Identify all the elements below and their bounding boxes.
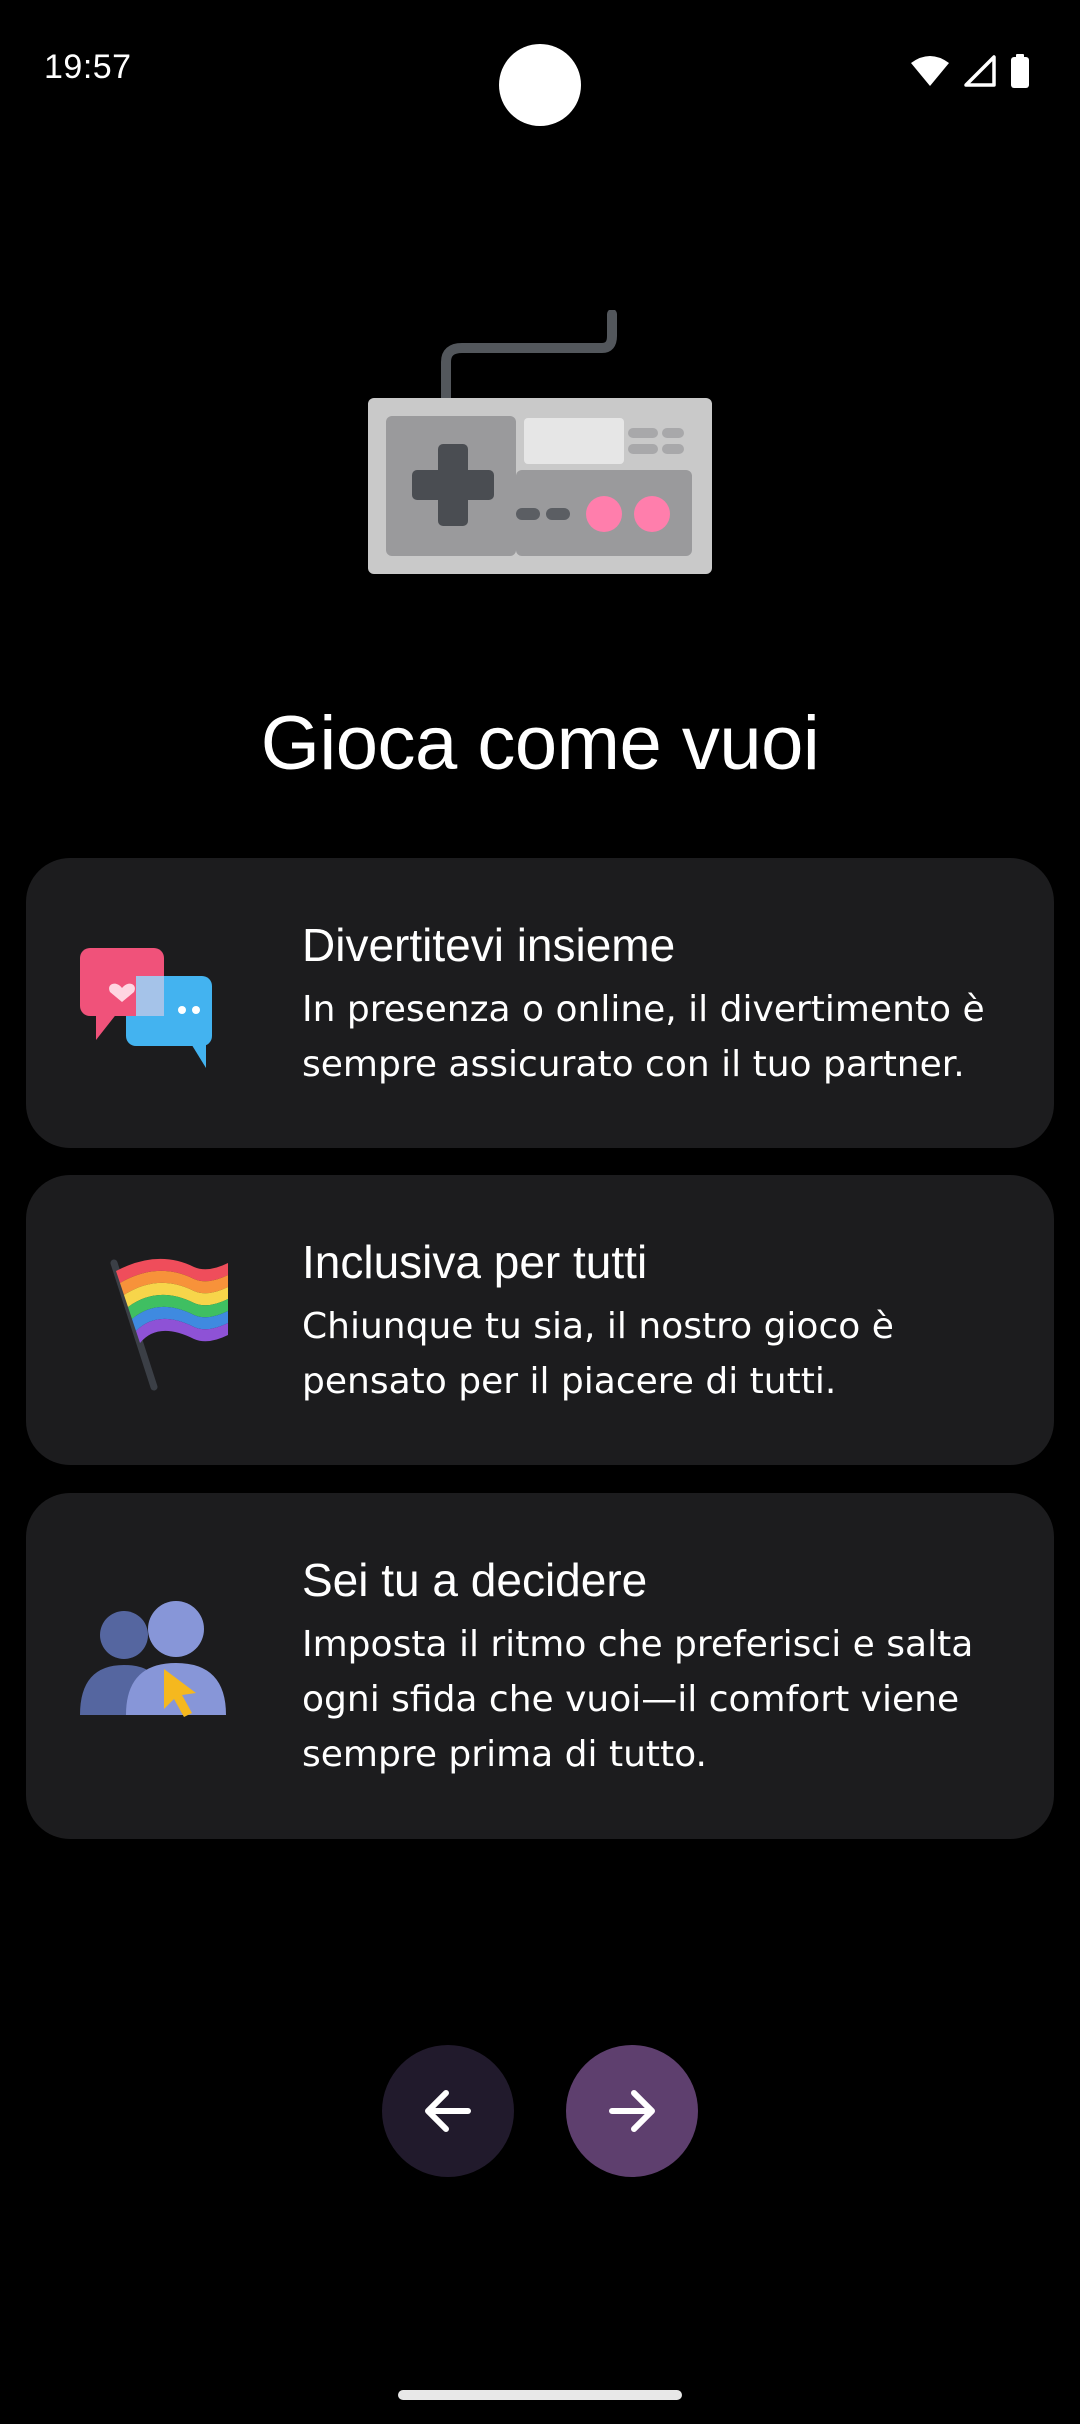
card-body: Chiunque tu sia, il nostro gioco è pensa… xyxy=(302,1306,894,1402)
status-icons xyxy=(910,54,1030,88)
feature-card-decide: Sei tu a decidere Imposta il ritmo che p… xyxy=(26,1493,1054,1839)
game-controller-illustration xyxy=(366,309,714,580)
status-time: 19:57 xyxy=(44,48,132,86)
page-title: Gioca come vuoi xyxy=(260,701,820,786)
chat-bubbles-icon xyxy=(78,918,238,1078)
arrow-right-icon xyxy=(609,2090,655,2132)
feature-card-together: Divertitevi insieme In presenza o online… xyxy=(26,858,1054,1148)
camera-cutout xyxy=(499,44,581,126)
rainbow-flag-icon xyxy=(78,1235,238,1395)
home-indicator[interactable] xyxy=(398,2390,682,2400)
card-body: Imposta il ritmo che preferisci e salta … xyxy=(302,1624,974,1775)
feature-card-inclusive: Inclusiva per tutti Chiunque tu sia, il … xyxy=(26,1175,1054,1465)
signal-icon xyxy=(964,55,996,87)
game-controller-icon xyxy=(368,309,712,574)
next-button[interactable] xyxy=(566,2045,698,2177)
card-title: Inclusiva per tutti xyxy=(302,1236,648,1288)
users-cursor-icon xyxy=(78,1583,238,1743)
battery-icon xyxy=(1011,54,1029,88)
card-title: Divertitevi insieme xyxy=(302,919,676,971)
card-title: Sei tu a decidere xyxy=(302,1554,648,1606)
status-bar: 19:57 xyxy=(0,0,1080,140)
wifi-icon xyxy=(911,56,949,86)
arrow-left-icon xyxy=(425,2090,471,2132)
card-body: In presenza o online, il divertimento è … xyxy=(302,989,985,1085)
back-button[interactable] xyxy=(382,2045,514,2177)
